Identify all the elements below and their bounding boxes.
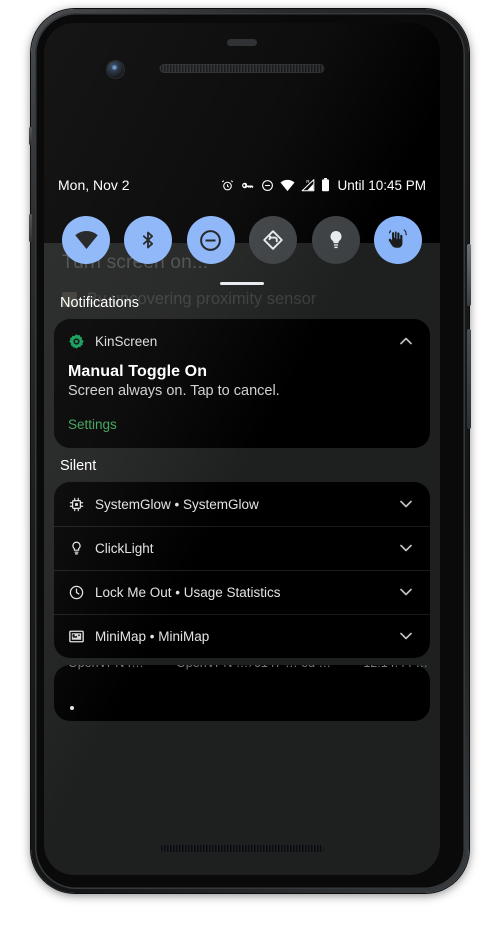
chevron-up-icon[interactable] — [396, 331, 416, 351]
earpiece-speaker — [159, 64, 325, 73]
cell-signal-icon: R — [302, 179, 315, 191]
quick-settings-tiles — [44, 208, 440, 272]
notification-header: KinScreen — [54, 319, 430, 363]
notification-shade: Notifications KinScreen Manual Toggle On… — [44, 285, 440, 875]
chevron-down-icon[interactable] — [396, 626, 416, 646]
front-camera — [107, 61, 124, 78]
notification-clicklight[interactable]: ClickLight — [54, 526, 430, 570]
notification-app-name: KinScreen — [95, 333, 158, 349]
settings-action-button[interactable]: Settings — [68, 415, 117, 434]
clock-icon — [68, 584, 85, 601]
qs-tile-wifi[interactable] — [62, 216, 110, 264]
do-not-disturb-icon — [262, 179, 274, 191]
chevron-down-icon[interactable] — [396, 582, 416, 602]
qs-tile-bluetooth[interactable] — [124, 216, 173, 264]
camera-lens-dot — [112, 65, 117, 70]
clipped-middle: OpenVPN … ⁄6147 … ed … — [176, 665, 331, 670]
notification-title: Manual Toggle On — [68, 363, 208, 380]
qs-tile-kinscreen[interactable] — [373, 216, 422, 264]
battery-icon — [322, 178, 330, 192]
section-header-silent: Silent — [60, 458, 97, 474]
notification-overflow-dot-row — [54, 695, 430, 721]
notification-kinscreen[interactable]: KinScreen Manual Toggle On Screen always… — [54, 319, 430, 448]
map-frame-icon — [68, 628, 85, 645]
bottom-speaker — [159, 844, 325, 853]
notification-lock-me-out[interactable]: Lock Me Out • Usage Statistics — [54, 570, 430, 614]
notification-header: MiniMap • MiniMap — [54, 614, 430, 658]
clipped-left: OpenVPN f… — [68, 665, 144, 670]
notification-minimap[interactable]: MiniMap • MiniMap — [54, 614, 430, 658]
bluetooth-icon — [143, 231, 154, 249]
notification-app-name: SystemGlow • SystemGlow — [95, 496, 259, 512]
alarm-icon — [222, 179, 234, 190]
notification-app-name: Lock Me Out • Usage Statistics — [95, 584, 281, 600]
notification-header: Lock Me Out • Usage Statistics — [54, 570, 430, 614]
status-date: Mon, Nov 2 — [58, 177, 130, 193]
volume-button[interactable] — [467, 329, 471, 429]
notification-actions: Settings — [54, 407, 430, 448]
notification-clipped-strip: OpenVPN f… OpenVPN … ⁄6147 … ed … 12:14:… — [54, 665, 430, 695]
screenshot-root: Turn screen on... By uncovering proximit… — [0, 0, 500, 925]
notification-app-name: ClickLight — [95, 540, 154, 556]
notification-openvpn-clipped[interactable]: OpenVPN f… OpenVPN … ⁄6147 … ed … 12:14:… — [54, 665, 430, 721]
qs-tile-auto-rotate[interactable] — [249, 216, 298, 264]
chevron-down-icon[interactable] — [396, 538, 416, 558]
qs-tile-flashlight[interactable] — [311, 216, 360, 264]
android-ui: Turn screen on... By uncovering proximit… — [44, 23, 440, 875]
notification-header: SystemGlow • SystemGlow — [54, 482, 430, 526]
notification-text: Screen always on. Tap to cancel. — [68, 383, 280, 399]
overflow-dot-icon — [70, 706, 74, 710]
bulb-icon — [68, 540, 85, 557]
notification-app-name: MiniMap • MiniMap — [95, 628, 210, 644]
notification-clipped-text: OpenVPN f… OpenVPN … ⁄6147 … ed … 12:14:… — [68, 665, 428, 670]
status-bar: Mon, Nov 2 R Until 10:45 PM — [44, 173, 440, 197]
wifi-icon — [74, 231, 98, 249]
battery-until-text: Until 10:45 PM — [337, 177, 426, 193]
phone-screen: Turn screen on... By uncovering proximit… — [44, 23, 440, 875]
do-not-disturb-icon — [200, 229, 222, 251]
left-accent-button — [29, 127, 32, 145]
notification-body: Manual Toggle On Screen always on. Tap t… — [54, 363, 430, 407]
vpn-key-icon — [242, 182, 254, 188]
chevron-down-icon[interactable] — [396, 494, 416, 514]
top-sensor-slot — [227, 39, 257, 46]
flashlight-icon — [330, 231, 342, 249]
notification-systemglow[interactable]: SystemGlow • SystemGlow — [54, 482, 430, 526]
auto-rotate-icon — [263, 230, 283, 250]
section-header-notifications: Notifications — [60, 295, 139, 311]
wifi-icon — [280, 179, 295, 191]
notification-header: ClickLight — [54, 526, 430, 570]
qs-tile-do-not-disturb[interactable] — [186, 216, 235, 264]
kinscreen-gear-icon — [68, 333, 85, 350]
chip-icon — [68, 496, 85, 513]
waving-hand-icon — [389, 228, 408, 248]
clipped-right: 12:14:44 … — [363, 665, 428, 670]
sim-tray — [29, 214, 32, 242]
power-button[interactable] — [467, 244, 471, 306]
status-icon-group: R Until 10:45 PM — [221, 178, 426, 193]
phone-device-frame: Turn screen on... By uncovering proximit… — [29, 9, 471, 893]
